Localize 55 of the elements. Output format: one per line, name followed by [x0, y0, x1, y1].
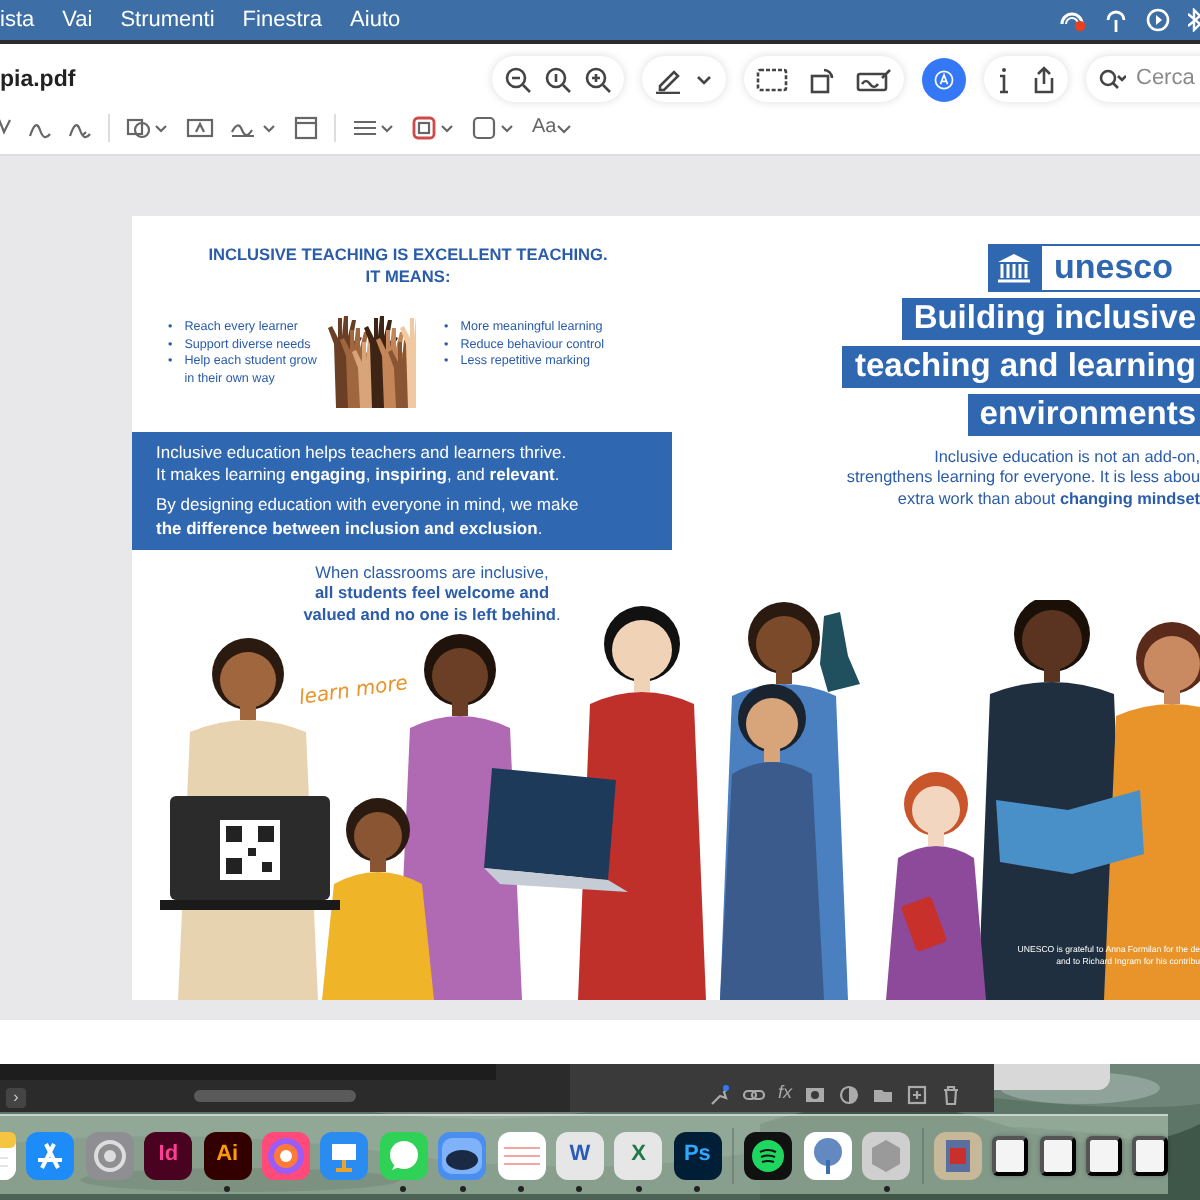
window-thumbnail[interactable] — [992, 1135, 1029, 1175]
window-thumbnail[interactable] — [1132, 1135, 1168, 1175]
raised-hands-drawing — [328, 312, 416, 409]
subtitle: Inclusive education is not an add-on, strengthens learning for everyone. It is less abou extra work than about changing mindset — [846, 448, 1200, 510]
share-icon[interactable] — [1032, 65, 1056, 93]
border-color-icon[interactable] — [412, 115, 456, 139]
rotate-icon[interactable] — [808, 65, 836, 93]
window-thumbnail[interactable] — [1085, 1135, 1122, 1175]
text-box-icon[interactable] — [186, 115, 214, 139]
app-icon[interactable]: Id — [144, 1131, 193, 1179]
actual-size-icon[interactable] — [544, 65, 572, 93]
menu-item[interactable]: Aiuto — [350, 3, 413, 37]
menu-item[interactable]: Strumenti — [120, 3, 227, 37]
menu-item[interactable]: ista — [0, 3, 47, 37]
info-icon[interactable] — [996, 65, 1012, 93]
bluetooth-icon[interactable] — [1188, 8, 1200, 32]
menu-item[interactable]: Finestra — [242, 3, 335, 37]
zoom-in-icon[interactable] — [584, 65, 612, 93]
fill-color-icon[interactable] — [472, 115, 516, 139]
learn-more-text: learn more — [297, 672, 410, 710]
note-window-icon[interactable] — [294, 115, 318, 139]
signature-icon[interactable] — [856, 65, 892, 93]
pen-icon[interactable] — [654, 65, 682, 93]
airdrop-icon[interactable] — [1104, 8, 1128, 32]
window-edge — [994, 1064, 1110, 1090]
app-icon[interactable] — [744, 1131, 793, 1179]
app-icon[interactable] — [803, 1131, 852, 1179]
closing-statement: When classrooms are inclusive, all students feel welcome and valued and no one is left behind. — [301, 561, 563, 626]
line-style-icon[interactable] — [352, 115, 396, 139]
adjustment-icon[interactable] — [838, 1083, 860, 1105]
paragraph: Inclusive education helps teachers and learners thrive. It makes learning engaging, inspiring, and relevant. — [156, 442, 569, 487]
brush-icon[interactable] — [707, 1083, 730, 1105]
scrollbar-thumb[interactable] — [194, 1090, 356, 1102]
logo-text: unesco — [1040, 244, 1200, 292]
play-circle-icon[interactable] — [1146, 8, 1170, 32]
temple-logo-icon — [996, 252, 1032, 284]
heading: INCLUSIVE TEACHING IS EXCELLENT TEACHING. IT MEANS: — [206, 244, 610, 289]
search-icon — [1098, 67, 1126, 91]
shapes-icon[interactable] — [126, 115, 170, 139]
menu-item[interactable]: Vai — [62, 3, 105, 37]
paragraph: By designing education with everyone in mind, we make the difference between inclusion and exclusion. — [156, 494, 581, 540]
markup-button[interactable] — [922, 57, 966, 101]
mask-icon[interactable] — [804, 1083, 826, 1105]
window-thumbnail[interactable] — [1039, 1135, 1075, 1175]
chevron-button[interactable]: › — [6, 1088, 26, 1108]
markup-icon — [934, 65, 954, 93]
font-button[interactable]: Aa — [532, 112, 573, 142]
search-field[interactable]: Cerca — [1132, 60, 1200, 98]
trash-icon[interactable] — [940, 1083, 962, 1105]
zoom-out-icon[interactable] — [504, 65, 532, 93]
window-title: pia.pdf — [0, 66, 76, 96]
crop-icon[interactable] — [756, 65, 788, 93]
fx-button[interactable]: fx — [777, 1080, 792, 1108]
new-layer-icon[interactable] — [906, 1083, 928, 1105]
cloud-status-icon[interactable] — [1058, 8, 1086, 32]
